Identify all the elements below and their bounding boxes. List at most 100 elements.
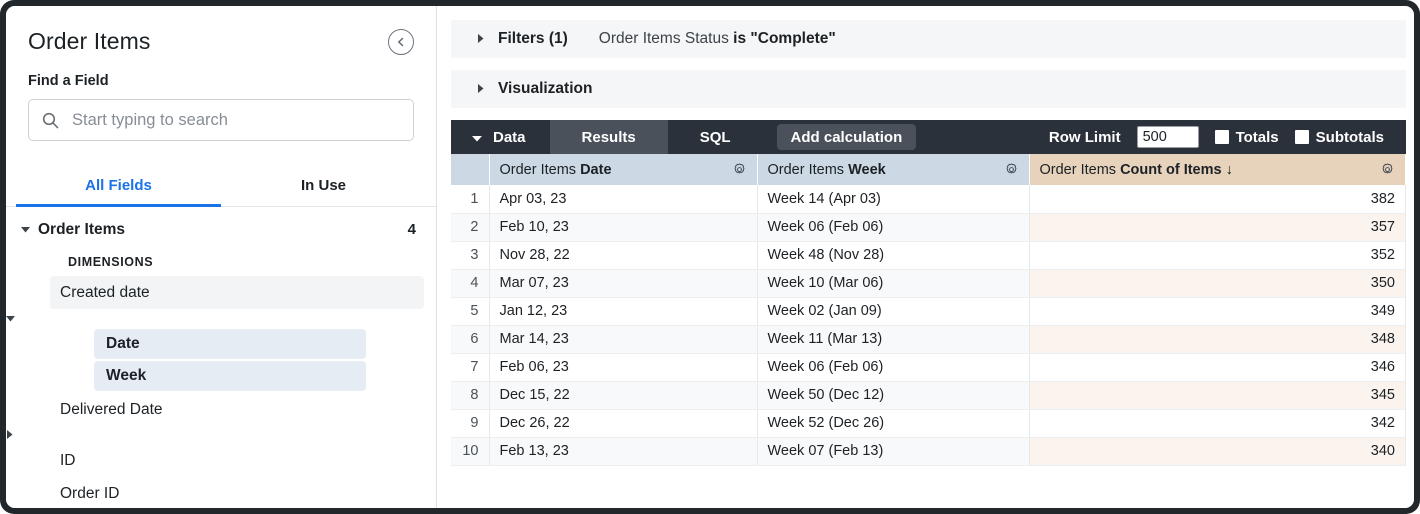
search-box[interactable] [28,99,414,141]
results-header-row: Order Items Date Order Items Week [451,154,1406,185]
cell-row-number[interactable]: 6 [451,325,489,353]
add-calculation-button[interactable]: Add calculation [777,124,917,150]
table-row[interactable]: 6Mar 14, 23Week 11 (Mar 13)348 [451,325,1406,353]
results-table-head: Order Items Date Order Items Week [451,154,1406,185]
caret-right-icon-delivered-date[interactable] [6,426,13,443]
tree-item-week[interactable]: Week [94,361,366,391]
data-section-toggle[interactable]: Data [451,120,550,154]
caret-right-icon-filters[interactable] [477,30,484,48]
header-week-prefix: Order Items [768,162,849,178]
cell-week[interactable]: Week 11 (Mar 13) [757,325,1029,353]
caret-right-icon-visualization[interactable] [477,80,484,98]
gear-icon-week-column[interactable] [1004,162,1019,177]
table-row[interactable]: 4Mar 07, 23Week 10 (Mar 06)350 [451,269,1406,297]
cell-week[interactable]: Week 50 (Dec 12) [757,381,1029,409]
cell-row-number[interactable]: 4 [451,269,489,297]
caret-down-icon-data [472,129,482,146]
subtotals-checkbox-wrap[interactable]: Subtotals [1295,129,1384,146]
header-week-name: Week [848,162,886,178]
cell-count-of-items[interactable]: 342 [1029,409,1406,437]
table-row[interactable]: 8Dec 15, 22Week 50 (Dec 12)345 [451,381,1406,409]
tree-item-created-date[interactable]: Created date [50,276,424,309]
table-row[interactable]: 10Feb 13, 23Week 07 (Feb 13)340 [451,437,1406,465]
cell-count-of-items[interactable]: 345 [1029,381,1406,409]
cell-date[interactable]: Dec 15, 22 [489,381,757,409]
table-row[interactable]: 2Feb 10, 23Week 06 (Feb 06)357 [451,213,1406,241]
cell-week[interactable]: Week 48 (Nov 28) [757,241,1029,269]
row-limit-input[interactable] [1137,126,1199,148]
results-table-wrapper[interactable]: Order Items Date Order Items Week [451,154,1406,508]
tree-root-order-items[interactable]: Order Items 4 [6,213,436,246]
cell-date[interactable]: Feb 06, 23 [489,353,757,381]
cell-date[interactable]: Mar 07, 23 [489,269,757,297]
cell-date[interactable]: Nov 28, 22 [489,241,757,269]
cell-week[interactable]: Week 06 (Feb 06) [757,353,1029,381]
cell-week[interactable]: Week 02 (Jan 09) [757,297,1029,325]
data-label: Data [493,129,526,146]
caret-down-icon [18,226,32,233]
filters-bar[interactable]: Filters (1) Order Items Status is "Compl… [451,20,1406,58]
cell-week[interactable]: Week 06 (Feb 06) [757,213,1029,241]
tree-item-id[interactable]: ID [50,444,424,477]
table-row[interactable]: 5Jan 12, 23Week 02 (Jan 09)349 [451,297,1406,325]
cell-date[interactable]: Feb 10, 23 [489,213,757,241]
cell-count-of-items[interactable]: 382 [1029,185,1406,213]
header-order-items-count-of-items[interactable]: Order Items Count of Items ↓ [1029,154,1406,185]
tree-item-delivered-date[interactable]: Delivered Date [50,393,424,426]
tree-item-date[interactable]: Date [94,329,366,359]
totals-checkbox[interactable] [1215,130,1229,144]
header-order-items-week[interactable]: Order Items Week [757,154,1029,185]
search-input[interactable] [72,111,401,130]
totals-label: Totals [1236,129,1279,146]
cell-row-number[interactable]: 3 [451,241,489,269]
tab-results[interactable]: Results [550,120,668,154]
filters-title: Filters (1) [498,30,568,48]
cell-week[interactable]: Week 07 (Feb 13) [757,437,1029,465]
subtotals-checkbox[interactable] [1295,130,1309,144]
sort-descending-icon[interactable]: ↓ [1226,162,1233,178]
tree-section-dimensions: DIMENSIONS [6,246,436,276]
cell-count-of-items[interactable]: 340 [1029,437,1406,465]
cell-date[interactable]: Apr 03, 23 [489,185,757,213]
cell-row-number[interactable]: 9 [451,409,489,437]
gear-icon-date-column[interactable] [732,162,747,177]
cell-date[interactable]: Mar 14, 23 [489,325,757,353]
tree-item-created-date-wrap: Created date [6,276,436,327]
cell-count-of-items[interactable]: 349 [1029,297,1406,325]
cell-week[interactable]: Week 14 (Apr 03) [757,185,1029,213]
table-row[interactable]: 3Nov 28, 22Week 48 (Nov 28)352 [451,241,1406,269]
cell-row-number[interactable]: 7 [451,353,489,381]
cell-date[interactable]: Jan 12, 23 [489,297,757,325]
tab-all-fields[interactable]: All Fields [16,169,221,206]
field-tabs: All Fields In Use [6,169,436,207]
cell-count-of-items[interactable]: 357 [1029,213,1406,241]
cell-date[interactable]: Feb 13, 23 [489,437,757,465]
table-row[interactable]: 1Apr 03, 23Week 14 (Apr 03)382 [451,185,1406,213]
chevron-left-circle-icon[interactable] [388,29,414,55]
cell-week[interactable]: Week 52 (Dec 26) [757,409,1029,437]
cell-row-number[interactable]: 8 [451,381,489,409]
filter-expression: Order Items Status is "Complete" [599,30,836,48]
cell-date[interactable]: Dec 26, 22 [489,409,757,437]
tree-item-order-id[interactable]: Order ID [50,477,424,508]
caret-down-icon-created-date[interactable] [6,309,15,326]
table-row[interactable]: 9Dec 26, 22Week 52 (Dec 26)342 [451,409,1406,437]
cell-row-number[interactable]: 2 [451,213,489,241]
tab-sql[interactable]: SQL [668,120,763,154]
tree-item-created-date-label: Created date [60,284,150,302]
visualization-bar[interactable]: Visualization [451,70,1406,108]
cell-count-of-items[interactable]: 350 [1029,269,1406,297]
cell-row-number[interactable]: 10 [451,437,489,465]
cell-week[interactable]: Week 10 (Mar 06) [757,269,1029,297]
tab-in-use[interactable]: In Use [221,169,426,206]
totals-checkbox-wrap[interactable]: Totals [1215,129,1279,146]
cell-count-of-items[interactable]: 346 [1029,353,1406,381]
cell-count-of-items[interactable]: 352 [1029,241,1406,269]
cell-row-number[interactable]: 1 [451,185,489,213]
header-order-items-date[interactable]: Order Items Date [489,154,757,185]
header-count-prefix: Order Items [1040,162,1121,178]
gear-icon-count-column[interactable] [1380,162,1395,177]
cell-count-of-items[interactable]: 348 [1029,325,1406,353]
cell-row-number[interactable]: 5 [451,297,489,325]
table-row[interactable]: 7Feb 06, 23Week 06 (Feb 06)346 [451,353,1406,381]
